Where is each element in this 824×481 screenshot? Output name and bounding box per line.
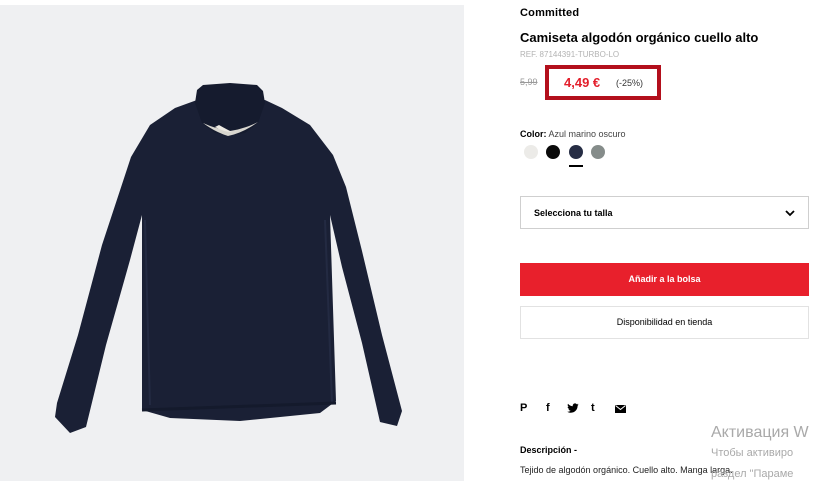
chevron-down-icon: [785, 210, 795, 217]
color-value: Azul marino oscuro: [548, 129, 626, 139]
price-highlight-box: 4,49 € (-25%): [545, 65, 661, 100]
brand-name: Committed: [520, 7, 580, 19]
email-icon[interactable]: [615, 404, 626, 416]
facebook-icon[interactable]: f: [546, 402, 550, 414]
color-swatch-navy[interactable]: [569, 145, 583, 159]
selected-swatch-indicator: [569, 165, 583, 167]
product-reference: REF. 87144391-TURBO-LO: [520, 50, 620, 59]
watermark-line-2: Чтобы активиро: [711, 447, 794, 459]
description-title[interactable]: Descripción -: [520, 445, 577, 455]
color-label-row: Color: Azul marino oscuro: [520, 129, 626, 139]
watermark-line-1: Активация W: [711, 424, 809, 441]
size-select-label: Selecciona tu talla: [534, 208, 613, 218]
add-to-bag-button[interactable]: Añadir a la bolsa: [520, 263, 809, 296]
twitter-icon[interactable]: [567, 403, 579, 417]
original-price: 5,99: [520, 77, 538, 87]
product-title: Camiseta algodón orgánico cuello alto: [520, 30, 759, 45]
sale-price: 4,49 €: [564, 75, 601, 90]
color-swatch-white[interactable]: [524, 145, 538, 159]
turtleneck-shirt-image: [55, 83, 402, 433]
size-select[interactable]: Selecciona tu talla: [520, 196, 809, 229]
description-text: Tejido de algodón orgánico. Cuello alto.…: [520, 465, 733, 475]
store-availability-button[interactable]: Disponibilidad en tienda: [520, 306, 809, 339]
color-swatch-grey[interactable]: [591, 145, 605, 159]
tumblr-icon[interactable]: t: [591, 402, 595, 414]
pinterest-icon[interactable]: P: [520, 402, 527, 414]
color-label: Color:: [520, 129, 547, 139]
discount-percent: (-25%): [616, 78, 644, 88]
watermark-line-3: раздел "Параме: [711, 468, 794, 480]
color-swatch-black[interactable]: [546, 145, 560, 159]
product-image[interactable]: [0, 5, 464, 481]
